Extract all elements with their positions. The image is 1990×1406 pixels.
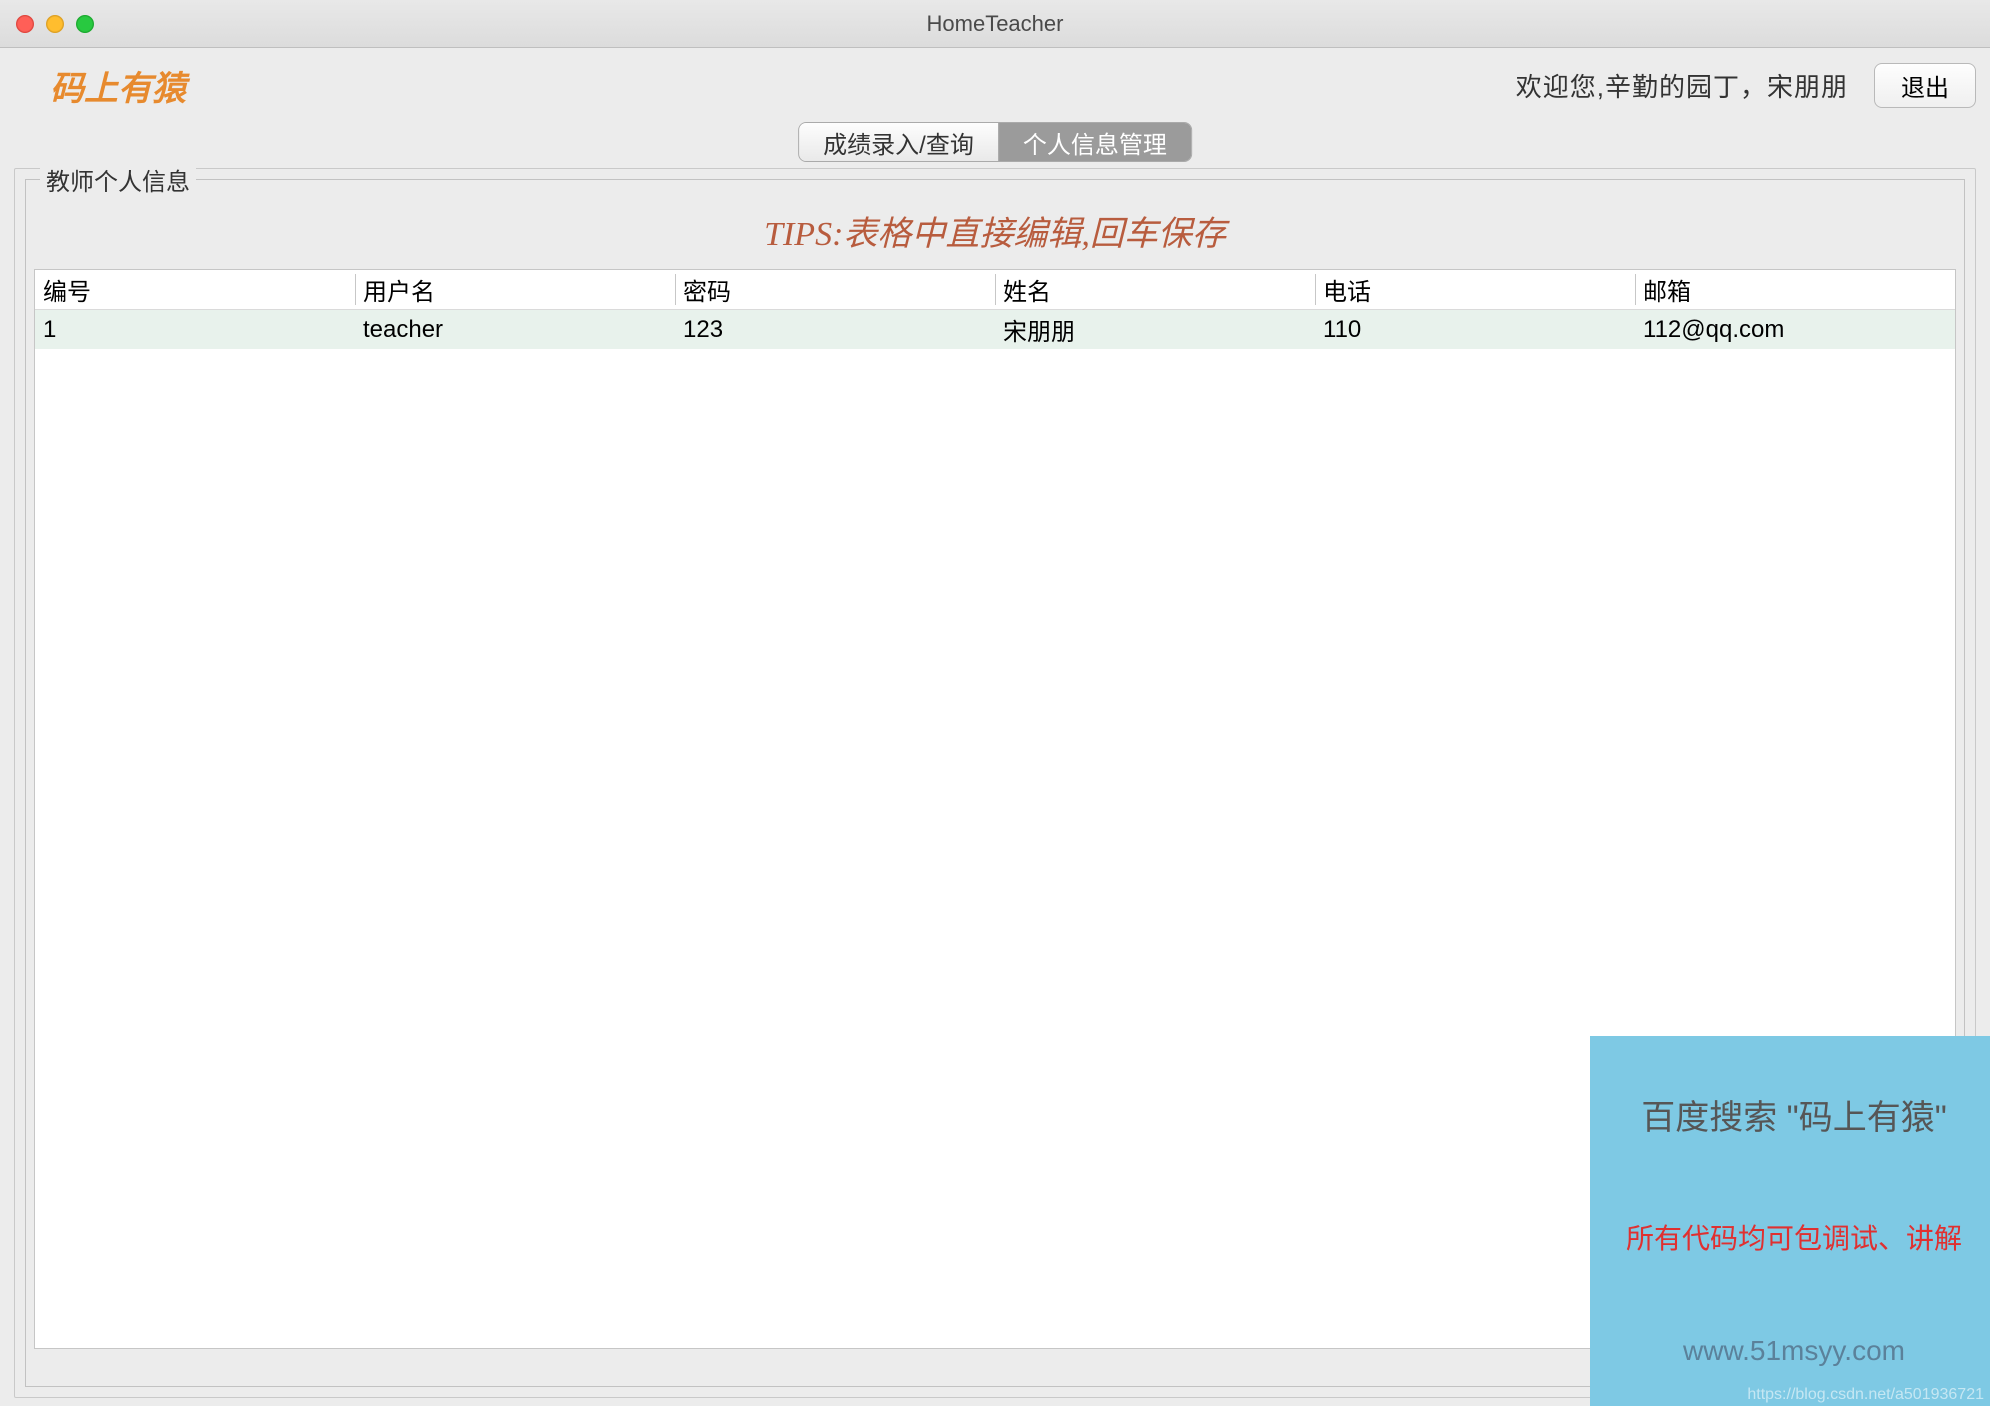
cell-id[interactable]: 1 [35,310,355,350]
tabs-row: 成绩录入/查询 个人信息管理 [0,122,1990,168]
header-bar: 码上有猿 欢迎您,辛勤的园丁，宋朋朋 退出 [0,48,1990,122]
titlebar: HomeTeacher [0,0,1990,48]
col-phone[interactable]: 电话 [1315,270,1635,310]
col-email[interactable]: 邮箱 [1635,270,1955,310]
col-username[interactable]: 用户名 [355,270,675,310]
col-password[interactable]: 密码 [675,270,995,310]
promo-url-text: www.51msyy.com [1683,1335,1905,1367]
brand-logo: 码上有猿 [50,61,186,110]
cell-name[interactable]: 宋朋朋 [995,310,1315,350]
promo-credit-text: https://blog.csdn.net/a501936721 [1747,1386,1984,1404]
teacher-table[interactable]: 编号 用户名 密码 姓名 电话 邮箱 1 teacher 123 [35,270,1955,349]
cell-password[interactable]: 123 [675,310,995,350]
table-row[interactable]: 1 teacher 123 宋朋朋 110 112@qq.com [35,310,1955,350]
cell-phone[interactable]: 110 [1315,310,1635,350]
promo-search-text: 百度搜索 "码上有猿" [1641,1090,1947,1139]
tips-text: TIPS:表格中直接编辑,回车保存 [26,206,1964,255]
cell-email[interactable]: 112@qq.com [1635,310,1955,350]
window-title: HomeTeacher [0,11,1990,37]
col-name[interactable]: 姓名 [995,270,1315,310]
tab-scores[interactable]: 成绩录入/查询 [799,123,998,161]
logout-button[interactable]: 退出 [1874,63,1976,108]
tab-profile[interactable]: 个人信息管理 [998,123,1191,161]
welcome-text: 欢迎您,辛勤的园丁，宋朋朋 [1516,67,1848,104]
promo-overlay: 百度搜索 "码上有猿" 所有代码均可包调试、讲解 www.51msyy.com … [1590,1036,1990,1406]
table-header-row: 编号 用户名 密码 姓名 电话 邮箱 [35,270,1955,310]
col-id[interactable]: 编号 [35,270,355,310]
fieldset-legend: 教师个人信息 [40,162,196,197]
tabs: 成绩录入/查询 个人信息管理 [798,122,1192,162]
promo-support-text: 所有代码均可包调试、讲解 [1626,1217,1962,1257]
cell-username[interactable]: teacher [355,310,675,350]
